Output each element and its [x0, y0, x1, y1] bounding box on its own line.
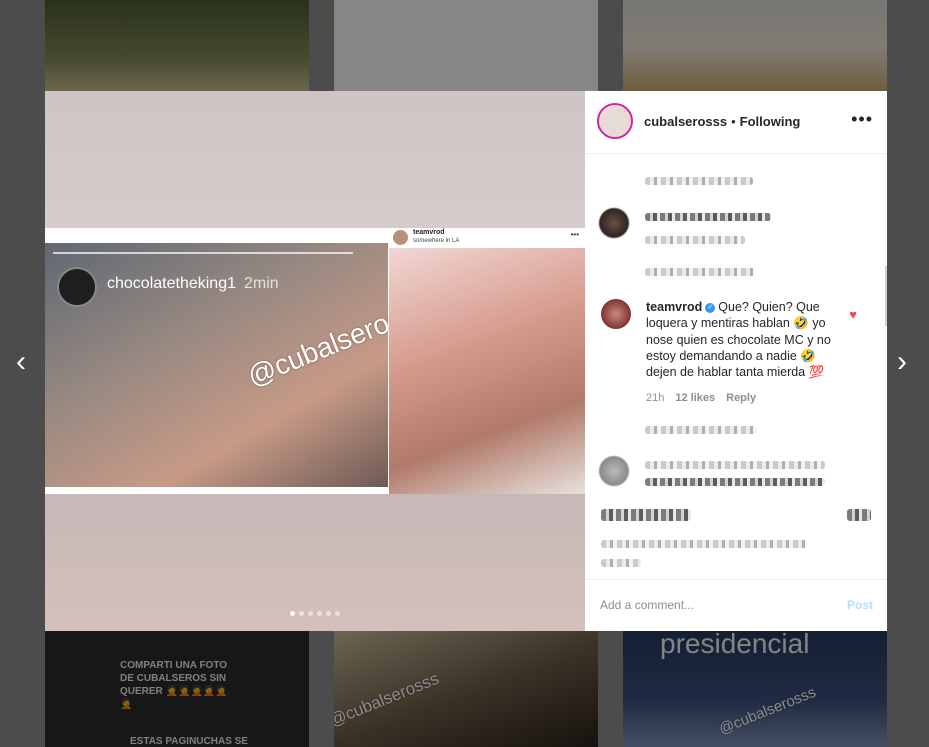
carousel-indicator — [290, 611, 340, 616]
reply-button[interactable]: Reply — [726, 392, 756, 404]
carousel-dot — [299, 611, 304, 616]
redacted-comment — [847, 509, 871, 521]
redacted-avatar — [599, 208, 629, 238]
screenshot-collage: chocolatetheking1 2min @cubalserosss team… — [45, 228, 585, 494]
verified-badge-icon: ✓ — [705, 302, 716, 313]
heart-icon[interactable]: ♥ — [849, 307, 857, 322]
redacted-comment — [645, 461, 825, 469]
carousel-dot — [335, 611, 340, 616]
comment-likes[interactable]: 12 likes — [675, 392, 715, 404]
post-modal: chocolatetheking1 2min @cubalserosss team… — [45, 91, 887, 631]
redacted-comment — [645, 213, 771, 221]
commenter-username[interactable]: teamvrod — [646, 300, 702, 314]
author-avatar[interactable] — [597, 103, 633, 139]
redacted-comment — [645, 478, 825, 486]
story-header: chocolatetheking1 2min — [107, 275, 279, 293]
comment-meta: 21h 12 likes Reply — [646, 392, 767, 404]
inner-post-header: teamvrod somewhere in LA ••• — [389, 228, 585, 248]
redacted-comment — [601, 559, 641, 567]
redacted-comment — [645, 426, 757, 434]
redacted-comment — [601, 509, 691, 521]
carousel-dot — [308, 611, 313, 616]
inner-more-icon: ••• — [570, 230, 579, 239]
inner-post-username: teamvrod — [413, 229, 445, 236]
following-button[interactable]: Following — [740, 114, 801, 129]
comment-time: 21h — [646, 392, 665, 404]
previous-post-arrow-icon[interactable]: ‹ — [16, 347, 26, 377]
story-time: 2min — [243, 275, 279, 292]
inner-post-location: somewhere in LA — [413, 238, 460, 244]
redacted-comment — [645, 268, 755, 276]
carousel-dot — [290, 611, 295, 616]
story-avatar — [57, 267, 97, 307]
redacted-comment — [601, 540, 807, 548]
post-media[interactable]: chocolatetheking1 2min @cubalserosss team… — [45, 91, 585, 631]
author-username[interactable]: cubalserosss — [644, 114, 727, 129]
comment-body: teamvrod ✓ Que? Quien? Que loquera y menti… — [646, 299, 846, 380]
next-post-arrow-icon[interactable]: › — [897, 347, 907, 377]
redacted-comment — [645, 177, 753, 185]
post-header: cubalserosss • Following ••• — [585, 91, 887, 154]
story-screenshot: chocolatetheking1 2min @cubalserosss — [45, 243, 432, 487]
redacted-comment — [645, 236, 745, 244]
commenter-avatar[interactable] — [601, 299, 631, 329]
inner-post-avatar — [393, 230, 408, 245]
separator-dot: • — [731, 114, 736, 129]
story-username: chocolatetheking1 — [107, 275, 236, 292]
author-line: cubalserosss • Following — [644, 114, 800, 129]
comment-composer: Add a comment... Post — [585, 579, 887, 632]
carousel-dot — [326, 611, 331, 616]
add-comment-input[interactable]: Add a comment... — [600, 598, 694, 612]
more-horizontal-icon[interactable]: ••• — [851, 109, 873, 130]
carousel-dot — [317, 611, 322, 616]
post-comment-button[interactable]: Post — [847, 598, 873, 612]
story-progress-bar — [53, 252, 353, 254]
redacted-avatar — [599, 456, 629, 486]
post-sidebar: cubalserosss • Following ••• teamvrod ✓ Que?… — [585, 91, 887, 631]
inner-post-photo — [389, 248, 585, 494]
comments-scrollbar[interactable] — [885, 266, 887, 326]
